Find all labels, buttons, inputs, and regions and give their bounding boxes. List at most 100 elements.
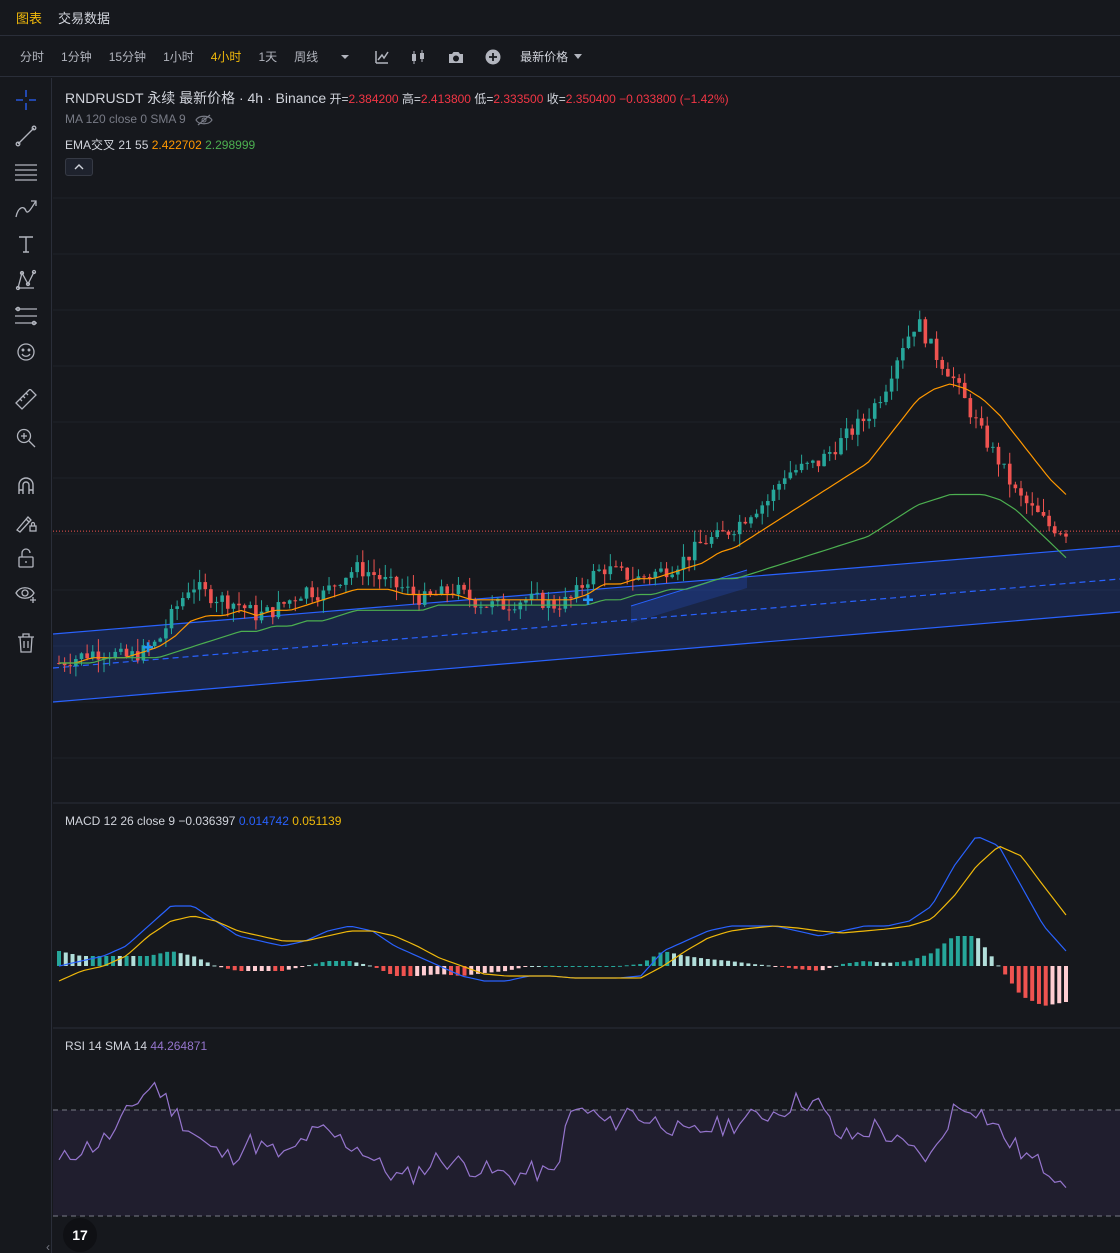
macd-histogram-bar xyxy=(996,965,1001,967)
candle-body xyxy=(979,418,984,426)
macd-histogram-bar xyxy=(840,963,845,966)
lock-draw-icon[interactable] xyxy=(13,509,39,535)
zoom-icon[interactable] xyxy=(13,425,39,451)
macd-histogram-bar xyxy=(293,966,298,969)
eye-icon[interactable] xyxy=(13,581,39,607)
indicator-icon[interactable] xyxy=(372,47,392,67)
camera-icon[interactable] xyxy=(446,47,466,67)
ruler-icon[interactable] xyxy=(13,387,39,413)
rsi-legend[interactable]: RSI 14 SMA 14 44.264871 xyxy=(65,1039,207,1053)
macd-line-value: 0.014742 xyxy=(238,814,289,828)
macd-histogram-bar xyxy=(361,963,366,966)
chevron-down-icon[interactable] xyxy=(335,47,355,67)
candle-body xyxy=(557,608,562,610)
candle-body xyxy=(119,648,123,652)
candle-body xyxy=(614,566,618,568)
macd-histogram-bar xyxy=(719,960,724,966)
macd-histogram-bar xyxy=(489,966,494,973)
tradingview-logo[interactable]: 17 xyxy=(63,1218,97,1252)
candle-body xyxy=(602,569,607,575)
candle-body xyxy=(1002,463,1006,465)
macd-signal-line xyxy=(58,845,1067,982)
macd-histogram-bar xyxy=(1016,966,1021,993)
timeframe-1w[interactable]: 周线 xyxy=(294,48,318,65)
collapse-legend-button[interactable] xyxy=(65,158,93,176)
change-percent: (−1.42%) xyxy=(679,92,729,106)
candle-body xyxy=(1064,533,1068,537)
candle-body xyxy=(619,566,624,568)
candle-body xyxy=(400,587,404,589)
macd-histogram-bar xyxy=(820,966,825,971)
macd-histogram-bar xyxy=(786,966,791,968)
magnet-icon[interactable] xyxy=(13,473,39,499)
pattern-icon[interactable] xyxy=(13,267,39,293)
macd-histogram-bar xyxy=(962,936,967,966)
candle-body xyxy=(839,438,843,455)
candle-body xyxy=(788,472,793,479)
candle-style-icon[interactable] xyxy=(409,47,429,67)
candle-body xyxy=(344,577,348,585)
low-value: 2.333500 xyxy=(493,92,544,106)
timeframe-4h[interactable]: 4小时 xyxy=(211,48,242,65)
macd-histogram-bar xyxy=(982,947,987,966)
tab-chart[interactable]: 图表 xyxy=(16,8,42,27)
macd-histogram-bar xyxy=(644,960,649,966)
candle-body xyxy=(799,463,804,471)
timeframe-15m[interactable]: 15分钟 xyxy=(109,48,146,65)
eye-hidden-icon[interactable] xyxy=(195,114,213,126)
trend-line-icon[interactable] xyxy=(13,123,39,149)
candle-body xyxy=(1024,495,1029,504)
candle-body xyxy=(411,586,416,596)
candle-body xyxy=(1052,526,1057,534)
chart-area[interactable]: RNDRUSDT 永续 最新价格 · 4h · Binance 开=2.3842… xyxy=(46,78,1120,1253)
candle-body xyxy=(985,425,990,448)
timeframe-tick[interactable]: 分时 xyxy=(20,48,44,65)
ma-legend[interactable]: MA 120 close 0 SMA 9 xyxy=(65,112,213,126)
price-chart-canvas[interactable] xyxy=(53,78,1120,1253)
candle-body xyxy=(653,571,658,578)
macd-histogram-bar xyxy=(847,962,852,966)
candle-body xyxy=(518,602,523,610)
ema-slow-value: 2.298999 xyxy=(205,138,256,152)
chevron-left-icon[interactable]: ‹ xyxy=(46,1240,50,1253)
trash-icon[interactable] xyxy=(13,630,39,656)
unlock-icon[interactable] xyxy=(13,545,39,571)
timeframe-1h[interactable]: 1小时 xyxy=(163,48,194,65)
text-icon[interactable] xyxy=(13,231,39,257)
timeframe-1d[interactable]: 1天 xyxy=(258,48,277,65)
timeframe-1m[interactable]: 1分钟 xyxy=(61,48,92,65)
candle-body xyxy=(135,651,140,661)
candle-body xyxy=(805,462,810,464)
macd-histogram-bar xyxy=(617,965,622,967)
macd-legend[interactable]: MACD 12 26 close 9 −0.036397 0.014742 0.… xyxy=(65,814,341,828)
candle-body xyxy=(394,576,399,588)
macd-histogram-bar xyxy=(408,966,413,976)
symbol-label[interactable]: RNDRUSDT 永续 最新价格 · 4h · Binance xyxy=(65,90,326,106)
tab-trading-data[interactable]: 交易数据 xyxy=(58,8,110,27)
horizontal-lines-icon[interactable] xyxy=(13,159,39,185)
emoji-icon[interactable] xyxy=(13,339,39,365)
candle-body xyxy=(462,584,466,590)
macd-histogram-bar xyxy=(712,959,717,966)
macd-histogram-bar xyxy=(807,966,812,971)
brush-icon[interactable] xyxy=(13,195,39,221)
candle-body xyxy=(895,360,900,379)
macd-histogram-bar xyxy=(976,938,981,966)
candle-body xyxy=(833,452,838,455)
macd-histogram-bar xyxy=(570,966,575,967)
candle-body xyxy=(968,398,973,418)
fib-icon[interactable] xyxy=(13,303,39,329)
candle-body xyxy=(670,574,675,578)
candle-body xyxy=(366,572,371,577)
price-type-select[interactable]: 最新价格 xyxy=(520,48,583,65)
macd-histogram-bar xyxy=(868,961,873,966)
candle-body xyxy=(917,319,922,332)
macd-histogram-bar xyxy=(584,966,589,967)
candle-body xyxy=(175,606,179,609)
candle-body xyxy=(214,601,219,604)
macd-histogram-bar xyxy=(84,956,89,966)
ema-legend[interactable]: EMA交叉 21 55 2.422702 2.298999 xyxy=(65,136,255,153)
crosshair-icon[interactable] xyxy=(13,87,39,113)
add-icon[interactable] xyxy=(483,47,503,67)
macd-histogram-bar xyxy=(726,960,731,966)
